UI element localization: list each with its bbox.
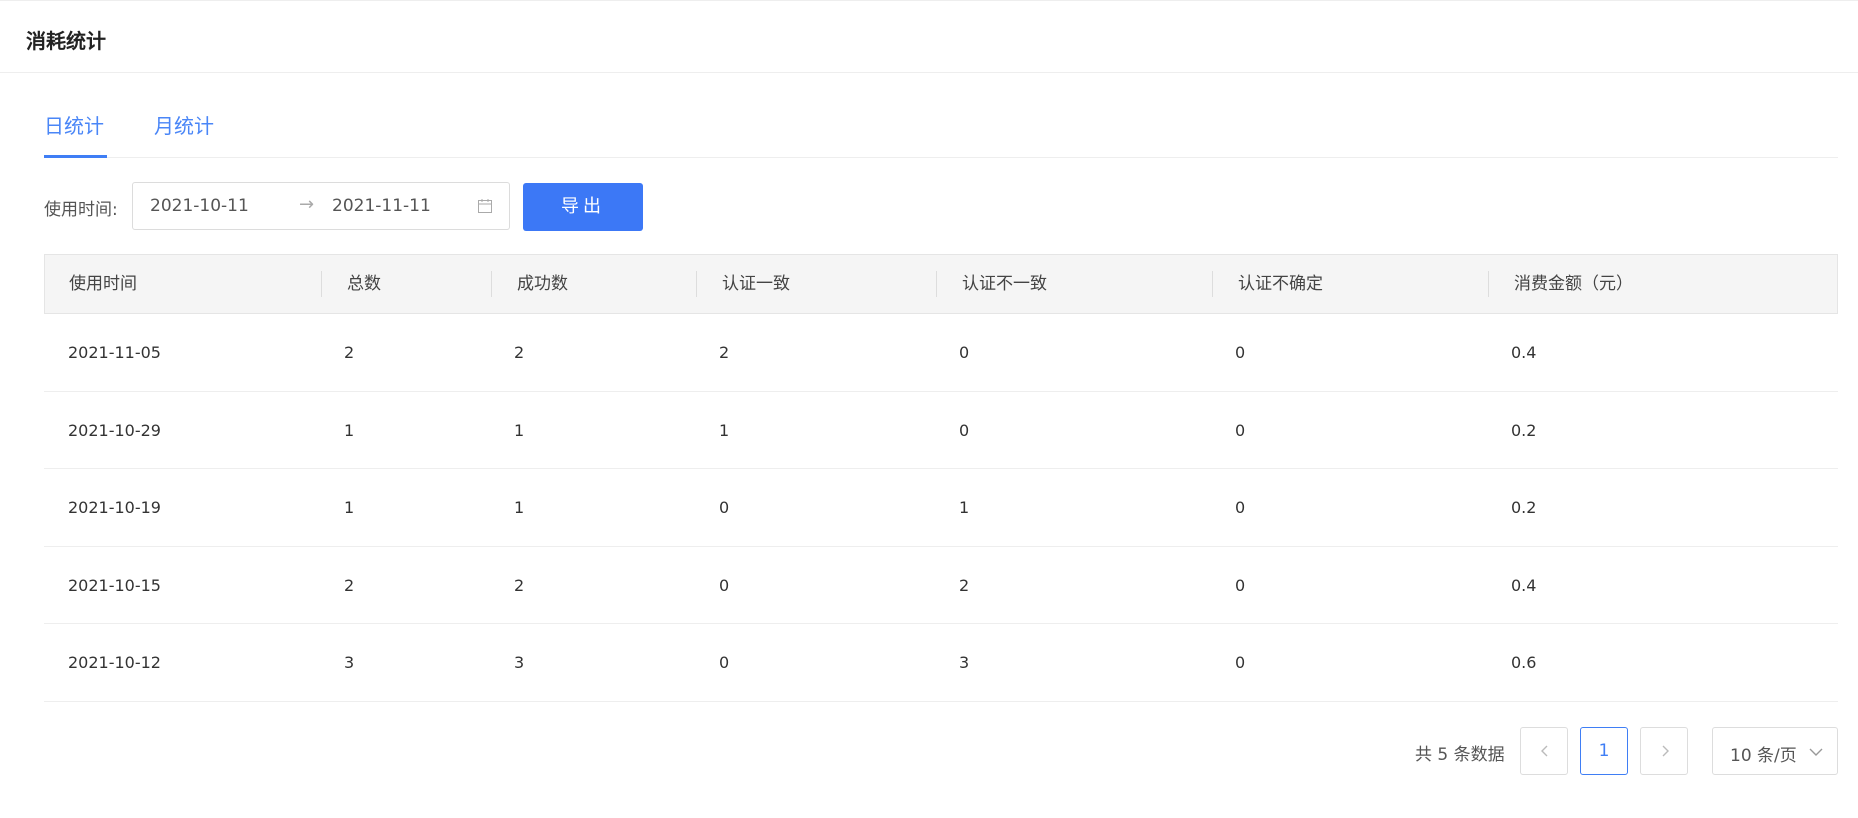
cell-verified-uncertain: 0 — [1235, 420, 1246, 440]
cell-usage-time: 2021-10-19 — [68, 498, 161, 517]
cell-verified-uncertain: 0 — [1235, 653, 1246, 672]
cell-usage-time: 2021-11-05 — [68, 343, 161, 362]
cell-amount: 0.2 — [1511, 420, 1537, 440]
export-button[interactable]: 导出 — [523, 183, 643, 231]
page-size-label: 10 条/页 — [1730, 746, 1797, 766]
next-page-button[interactable] — [1640, 727, 1688, 775]
column-divider — [491, 271, 492, 297]
table-row: 2021-10-15 2 2 0 2 0 0.4 — [44, 547, 1838, 624]
cell-verified-uncertain: 0 — [1235, 498, 1246, 517]
table-row: 2021-10-29 1 1 1 0 0 0.2 — [44, 392, 1838, 469]
range-arrow-icon: → — [299, 194, 315, 215]
column-header-total: 总数 — [347, 274, 381, 294]
tab-monthly-stats[interactable]: 月统计 — [154, 110, 214, 158]
prev-page-button[interactable] — [1520, 727, 1568, 775]
date-range-picker[interactable]: 2021-10-11 → 2021-11-11 — [132, 182, 510, 230]
column-divider — [321, 271, 322, 297]
cell-verified-match: 2 — [719, 343, 730, 362]
cell-verified-uncertain: 0 — [1235, 575, 1246, 595]
chevron-right-icon — [1662, 745, 1669, 757]
cell-amount: 0.4 — [1511, 575, 1537, 595]
usage-time-label: 使用时间: — [44, 200, 118, 220]
table-row: 2021-10-19 1 1 0 1 0 0.2 — [44, 469, 1838, 547]
table-header: 使用时间 总数 成功数 认证一致 认证不一致 认证不确定 消费金额（元） — [44, 254, 1838, 314]
cell-success: 2 — [514, 343, 525, 362]
column-divider — [696, 271, 697, 297]
column-divider — [1212, 271, 1213, 297]
cell-amount: 0.6 — [1511, 653, 1537, 672]
cell-total: 2 — [344, 575, 355, 595]
top-bar: 消耗统计 — [0, 0, 1858, 73]
cell-verified-match: 0 — [719, 653, 730, 672]
calendar-icon[interactable] — [477, 198, 493, 214]
column-divider — [936, 271, 937, 297]
column-divider — [1488, 271, 1489, 297]
page: 消耗统计 日统计 月统计 使用时间: 2021-10-11 → 2021-11-… — [0, 0, 1858, 818]
cell-verified-mismatch: 3 — [959, 653, 970, 672]
cell-verified-match: 1 — [719, 420, 730, 440]
table-row: 2021-11-05 2 2 2 0 0 0.4 — [44, 314, 1838, 392]
tab-bar: 日统计 月统计 — [44, 96, 1838, 158]
column-header-amount: 消费金额（元） — [1514, 274, 1633, 294]
column-header-usage-time: 使用时间 — [69, 274, 137, 294]
page-title: 消耗统计 — [26, 29, 106, 53]
total-count: 共 5 条数据 — [1415, 745, 1505, 765]
start-date-input[interactable]: 2021-10-11 — [150, 196, 249, 216]
cell-total: 1 — [344, 498, 355, 517]
active-tab-indicator — [44, 155, 107, 158]
column-header-verified-match: 认证一致 — [722, 274, 790, 294]
cell-total: 3 — [344, 653, 355, 672]
cell-success: 3 — [514, 653, 525, 672]
chevron-down-icon — [1809, 748, 1823, 756]
stats-table: 使用时间 总数 成功数 认证一致 认证不一致 认证不确定 消费金额（元） 202… — [44, 254, 1838, 702]
cell-usage-time: 2021-10-12 — [68, 653, 161, 672]
cell-amount: 0.2 — [1511, 498, 1537, 517]
cell-amount: 0.4 — [1511, 343, 1537, 362]
table-row: 2021-10-12 3 3 0 3 0 0.6 — [44, 624, 1838, 702]
end-date-input[interactable]: 2021-11-11 — [332, 196, 431, 216]
column-header-success: 成功数 — [517, 274, 568, 294]
cell-usage-time: 2021-10-15 — [68, 575, 161, 595]
cell-success: 1 — [514, 420, 525, 440]
pagination: 共 5 条数据 1 10 条/页 — [0, 727, 1858, 775]
cell-verified-mismatch: 0 — [959, 420, 970, 440]
cell-total: 2 — [344, 343, 355, 362]
column-header-verified-uncertain: 认证不确定 — [1238, 274, 1323, 294]
cell-verified-match: 0 — [719, 498, 730, 517]
page-size-select[interactable]: 10 条/页 — [1712, 727, 1838, 775]
column-header-verified-mismatch: 认证不一致 — [962, 274, 1047, 294]
cell-verified-uncertain: 0 — [1235, 343, 1246, 362]
cell-verified-mismatch: 2 — [959, 575, 970, 595]
cell-usage-time: 2021-10-29 — [68, 420, 161, 440]
tab-daily-stats[interactable]: 日统计 — [44, 110, 107, 158]
cell-total: 1 — [344, 420, 355, 440]
cell-verified-mismatch: 1 — [959, 498, 970, 517]
chevron-left-icon — [1541, 745, 1548, 757]
cell-success: 2 — [514, 575, 525, 595]
cell-success: 1 — [514, 498, 525, 517]
cell-verified-mismatch: 0 — [959, 343, 970, 362]
page-number-button[interactable]: 1 — [1580, 727, 1628, 775]
cell-verified-match: 0 — [719, 575, 730, 595]
